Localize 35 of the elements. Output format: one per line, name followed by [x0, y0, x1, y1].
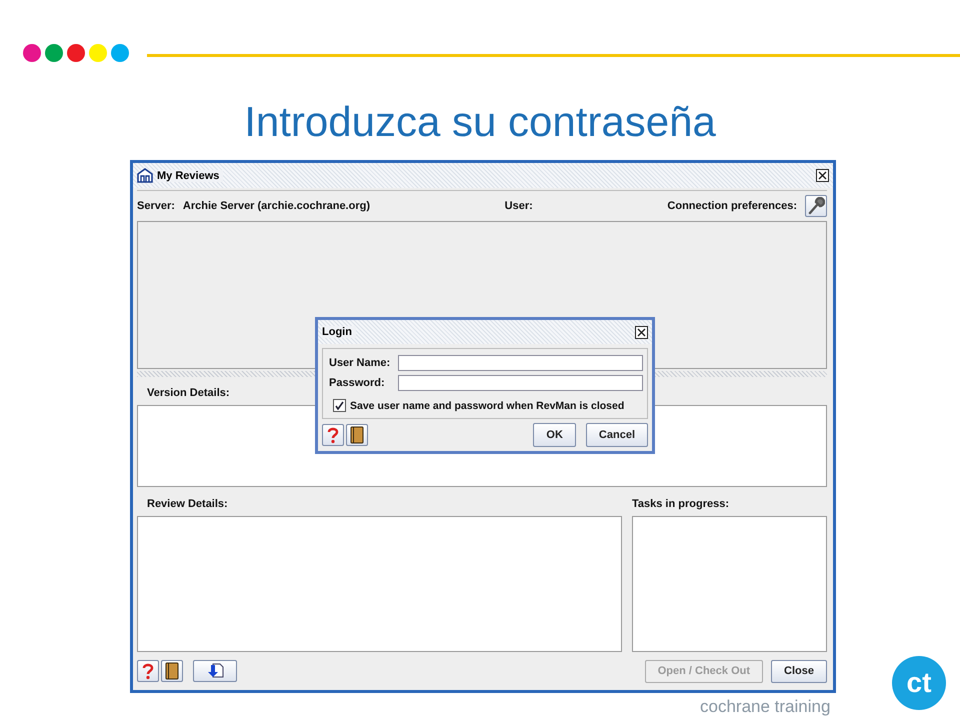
home-icon	[137, 168, 153, 183]
dialog-title: Login	[322, 326, 356, 338]
dialog-button[interactable]: Cancel	[586, 423, 648, 447]
server-name: Archie Server (archie.cochrane.org)	[182, 200, 370, 212]
slide-title: Introduzca su contraseña	[243, 98, 717, 146]
book-icon	[165, 662, 179, 680]
footer-text: cochrane training	[700, 697, 830, 717]
section-label: Review Details:	[147, 498, 228, 510]
section-label: Tasks in progress:	[632, 498, 729, 510]
dialog-button[interactable]: OK	[533, 423, 576, 447]
field-label: Password:	[329, 377, 386, 389]
checkbox[interactable]	[333, 399, 346, 412]
window-title: My Reviews	[157, 170, 224, 182]
section-label: Version Details:	[147, 387, 230, 399]
logo: ct	[892, 656, 946, 710]
wrench-button[interactable]	[805, 195, 827, 217]
checkbox-label: Save user name and password when RevMan is closed	[350, 400, 624, 412]
connection-preferences-label: Connection preferences:	[667, 200, 797, 212]
download-button[interactable]	[193, 660, 237, 682]
question-mark-icon	[140, 662, 156, 680]
help-button[interactable]	[322, 424, 344, 446]
user-label: User:	[504, 200, 533, 212]
window-button[interactable]: Close	[771, 660, 827, 682]
book-icon	[350, 426, 364, 444]
close-icon[interactable]	[635, 326, 648, 338]
help-button[interactable]	[137, 660, 159, 682]
input-field[interactable]	[398, 355, 643, 371]
book-button[interactable]	[346, 424, 368, 446]
server-label: Server:	[137, 200, 175, 212]
book-button[interactable]	[161, 660, 183, 682]
wrench-icon	[807, 197, 825, 215]
close-icon[interactable]	[816, 169, 829, 182]
input-field[interactable]	[398, 375, 643, 391]
question-mark-icon	[325, 426, 341, 444]
field-label: User Name:	[329, 357, 390, 369]
